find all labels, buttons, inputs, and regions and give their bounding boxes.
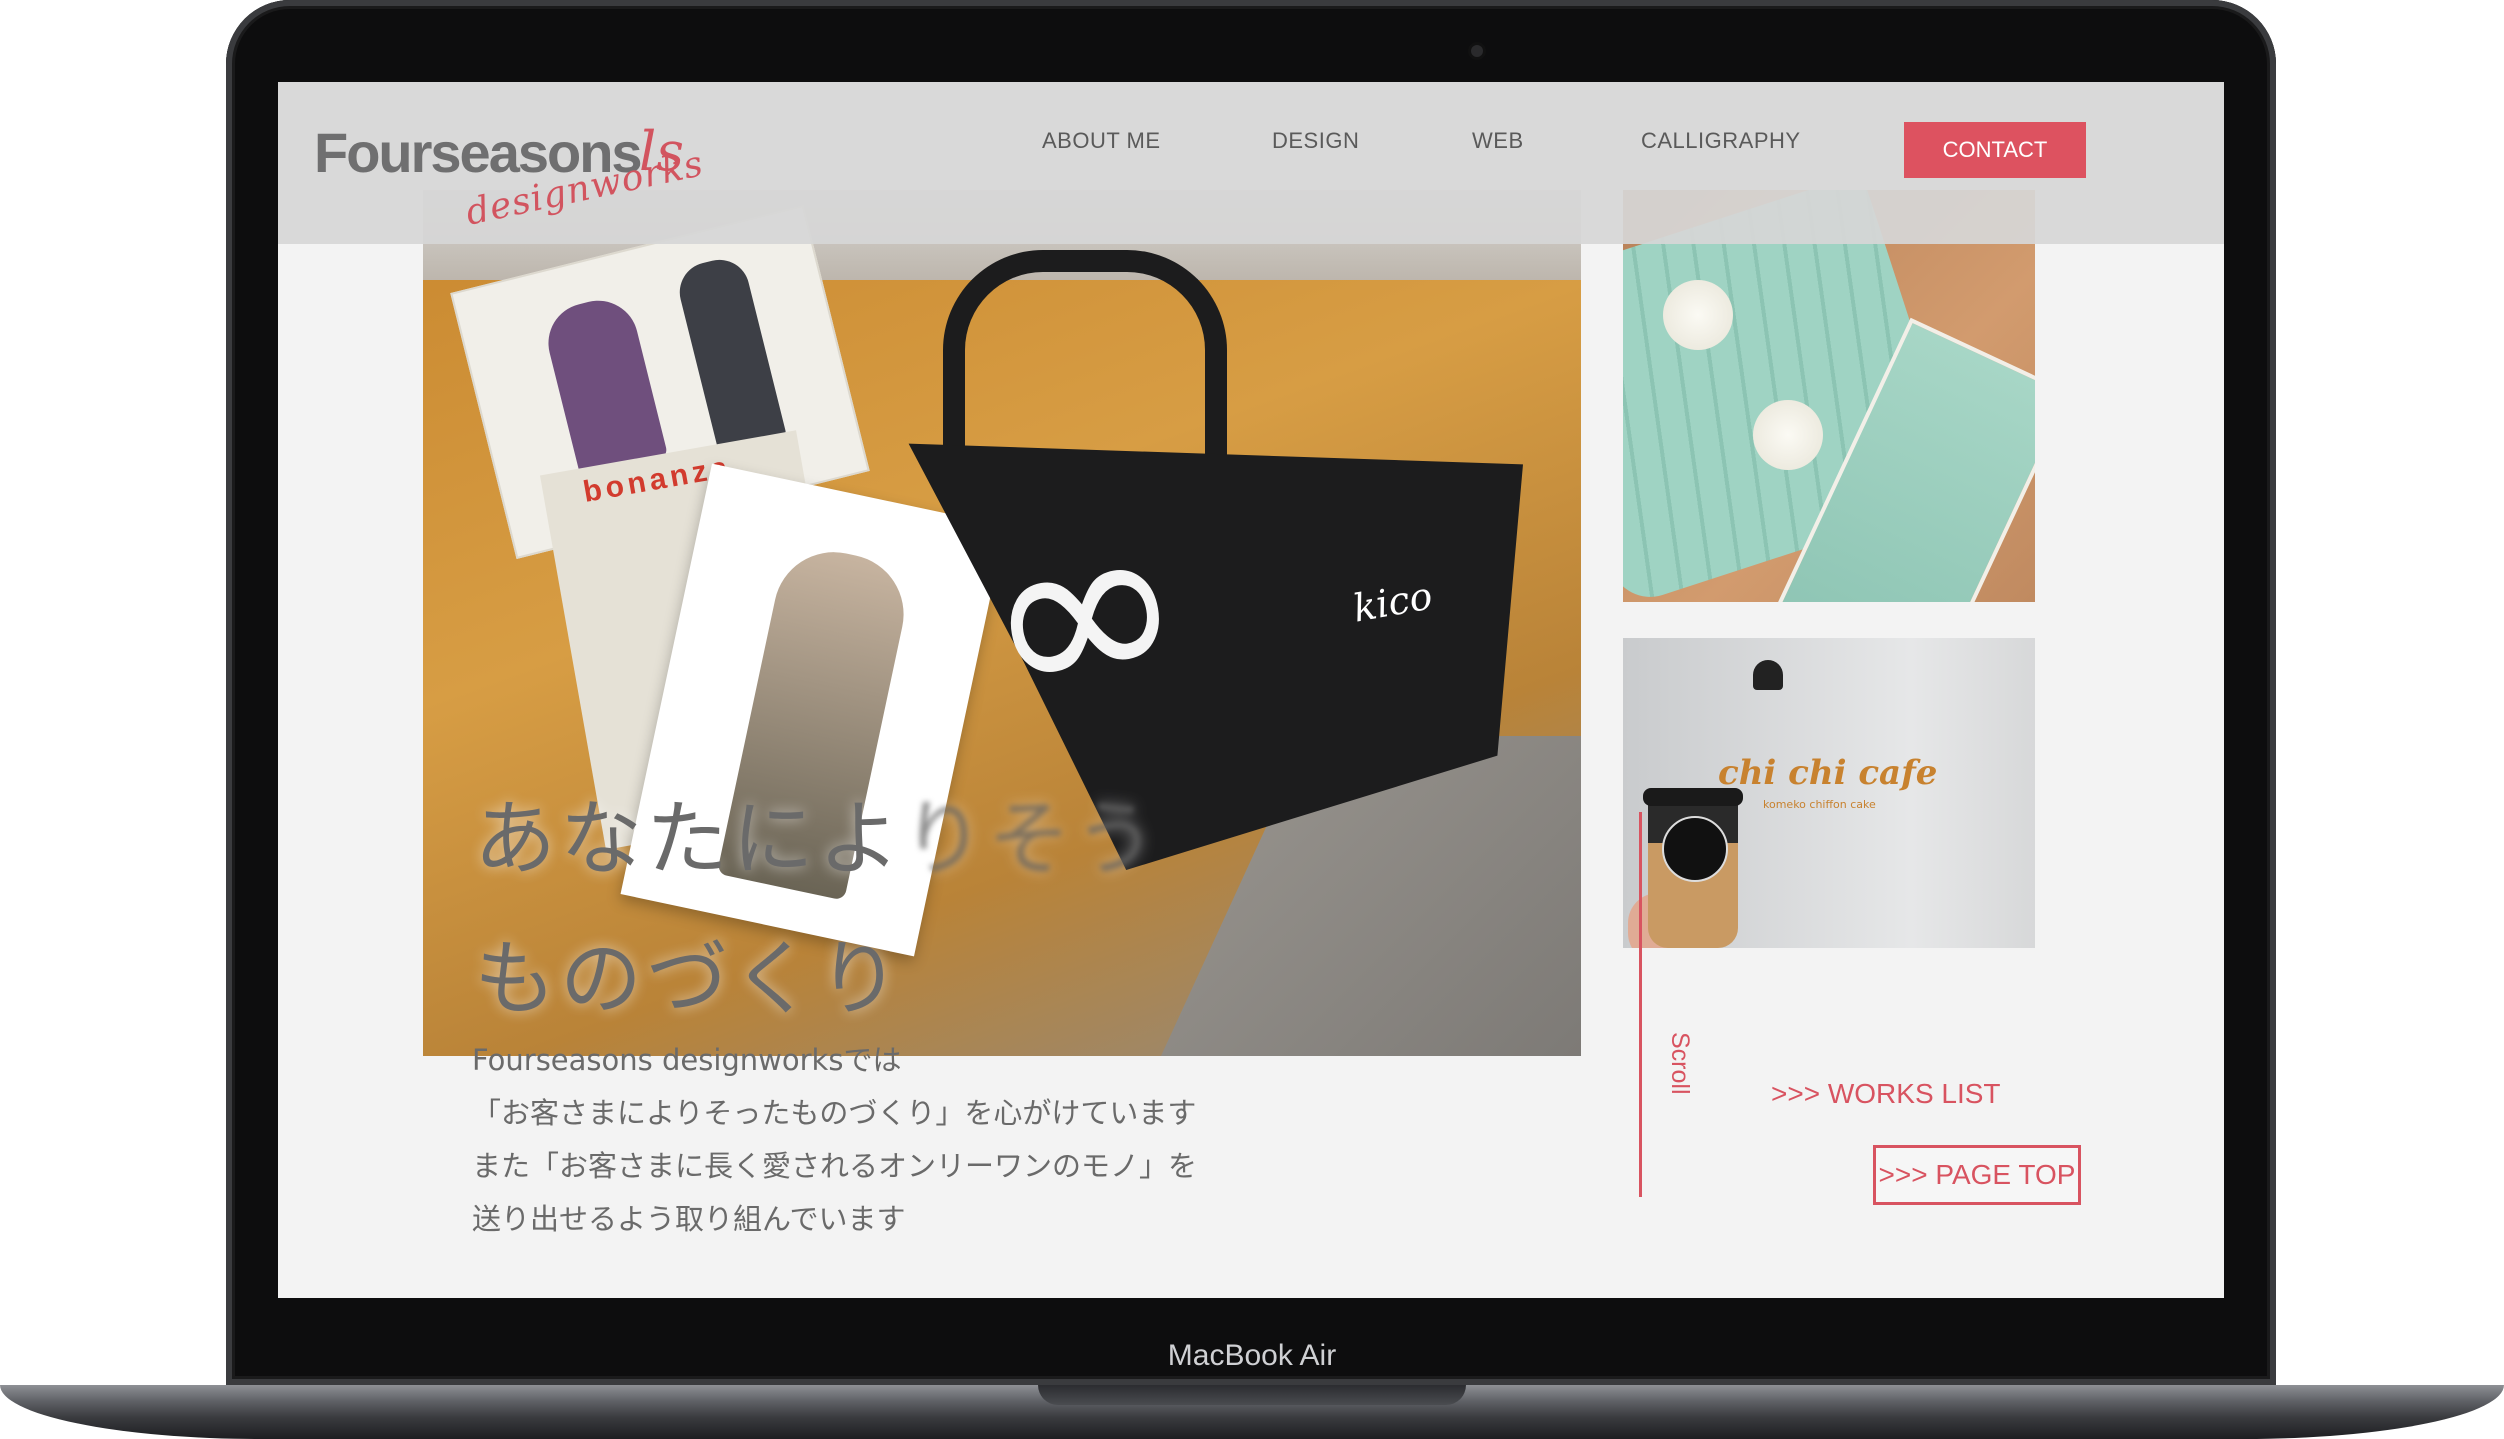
site-header: Fourseasons designworks ls ABOUT ME DESI…	[278, 82, 2224, 244]
scroll-indicator-line	[1639, 812, 1642, 1197]
works-list-link[interactable]: >>> WORKS LIST	[1771, 1078, 2001, 1110]
nav-web[interactable]: WEB	[1472, 128, 1524, 154]
tote-bag-handle	[943, 250, 1227, 462]
laptop-opening-notch	[1038, 1385, 1466, 1405]
intro-text: Fourseasons designworksでは 「お客さまによりそったものづ…	[472, 1034, 1332, 1246]
infinity-icon: ∞	[960, 454, 1206, 766]
folding-fan-photo	[1623, 190, 2035, 602]
coffee-cup-image	[1643, 788, 1743, 948]
camera-icon	[1471, 45, 1483, 57]
logo-swash: ls	[639, 120, 684, 183]
nav-design[interactable]: DESIGN	[1272, 128, 1359, 154]
site-logo[interactable]: Fourseasons designworks ls	[314, 120, 707, 240]
page-top-button[interactable]: >>> PAGE TOP	[1873, 1145, 2081, 1205]
intro-line: 送り出せるよう取り組んでいます	[472, 1202, 906, 1236]
cafe-sign-text: chi chi cafe	[1718, 753, 1938, 793]
intro-line: Fourseasons designworksでは	[472, 1043, 902, 1077]
intro-line: 「お客さまによりそったものづくり」を心がけています	[472, 1096, 1197, 1130]
hero-heading-part: あなたによ	[474, 792, 903, 887]
lamp-icon	[1753, 660, 1783, 690]
scroll-label: Scroll	[1666, 1032, 1694, 1095]
cafe-sign-subtext: komeko chiffon cake	[1763, 798, 1876, 811]
device-label: MacBook Air	[1167, 1339, 1337, 1372]
hero-heading-part-blurred: りそう	[902, 792, 1161, 887]
hero-heading-line2: ものづくり	[474, 932, 905, 1027]
hero-heading-line1: あなたによりそう	[474, 772, 1160, 891]
cafe-photo: chi chi cafe komeko chiffon cake	[1623, 638, 2035, 948]
nav-calligraphy[interactable]: CALLIGRAPHY	[1641, 128, 1801, 154]
contact-button[interactable]: CONTACT	[1904, 122, 2086, 178]
nav-about-me[interactable]: ABOUT ME	[1042, 128, 1161, 154]
intro-line: また「お客さまに長く愛されるオンリーワンのモノ」を	[472, 1149, 1198, 1183]
browser-viewport: bonanza ∞ kico chi chi cafe komeko chiff…	[278, 82, 2224, 1298]
